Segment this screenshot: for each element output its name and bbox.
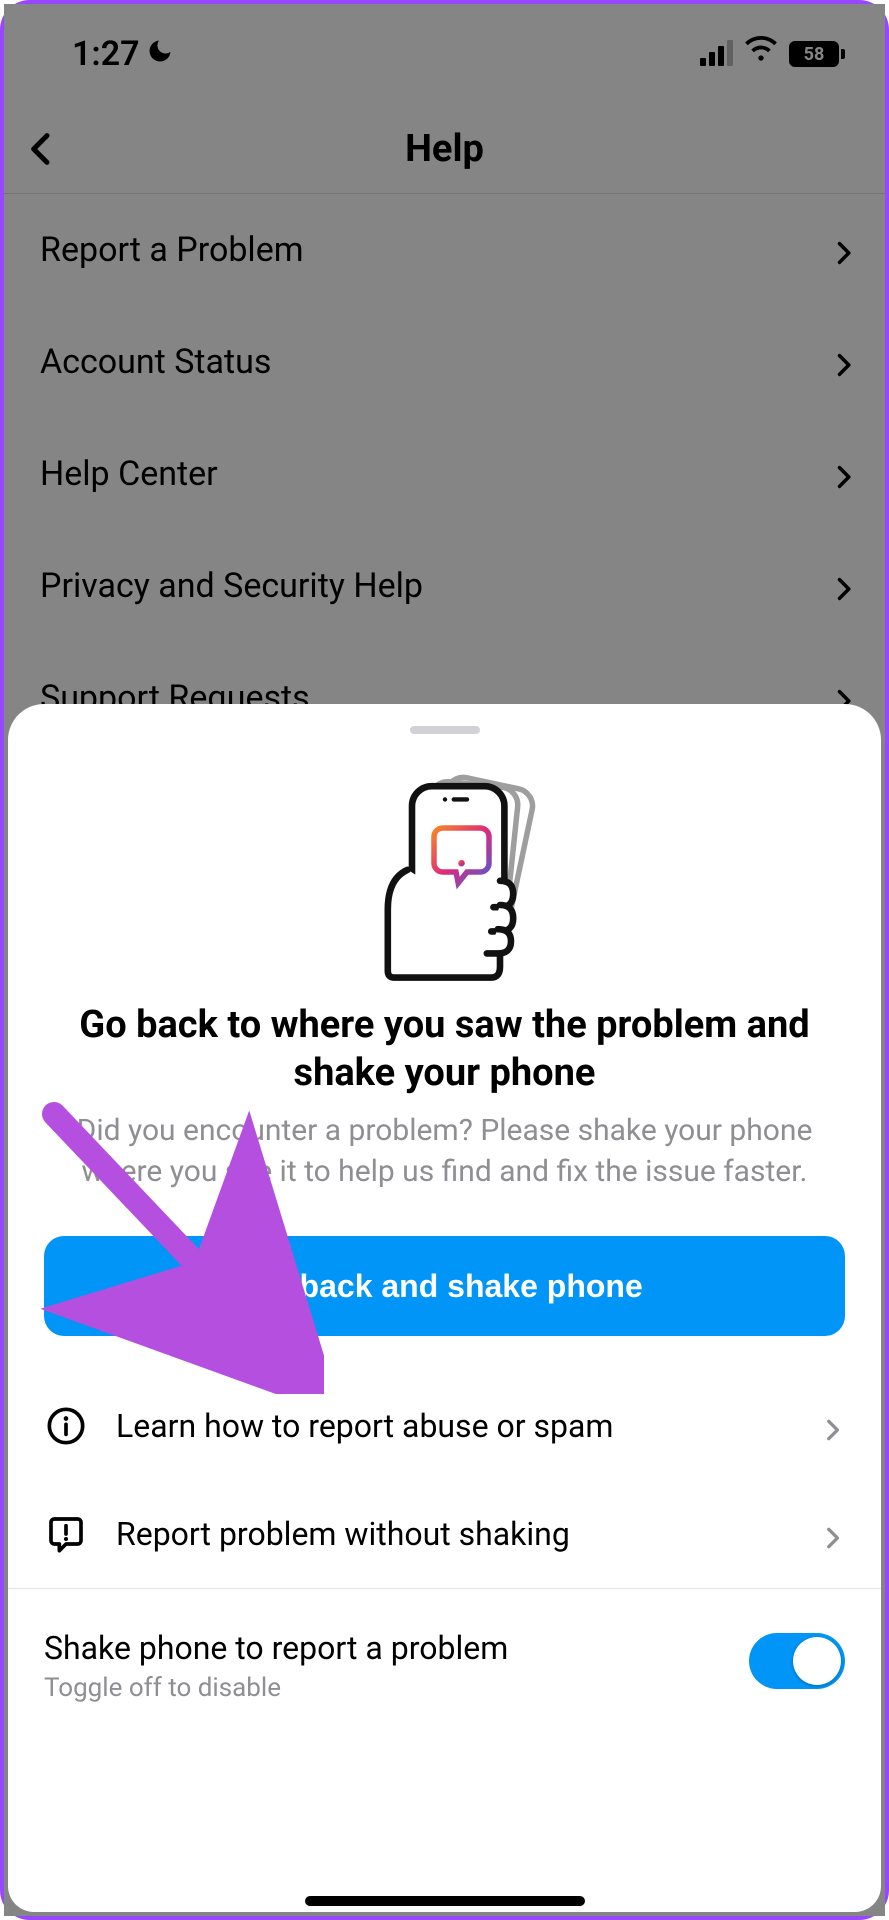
status-bar: 1:27 58 — [4, 4, 885, 104]
report-bubble-icon — [44, 1512, 88, 1556]
help-item-account-status[interactable]: Account Status — [4, 306, 885, 418]
list-item-label: Help Center — [40, 454, 218, 494]
shake-toggle[interactable] — [749, 1633, 845, 1689]
back-icon[interactable] — [22, 129, 62, 169]
chevron-right-icon — [829, 460, 857, 488]
sheet-title: Go back to where you saw the problem and… — [8, 1002, 881, 1097]
battery-percent: 58 — [789, 41, 839, 67]
report-without-shaking-row[interactable]: Report problem without shaking — [8, 1480, 881, 1588]
learn-report-abuse-row[interactable]: Learn how to report abuse or spam — [8, 1372, 881, 1480]
help-item-report-problem[interactable]: Report a Problem — [4, 194, 885, 306]
sheet-description: Did you encounter a problem? Please shak… — [8, 1097, 881, 1192]
chevron-right-icon — [819, 1413, 845, 1439]
go-back-shake-button[interactable]: Go back and shake phone — [44, 1236, 845, 1336]
report-problem-sheet: Go back to where you saw the problem and… — [8, 704, 881, 1912]
battery-icon: 58 — [789, 41, 845, 67]
sheet-option-list: Learn how to report abuse or spam Report… — [8, 1372, 881, 1589]
help-item-privacy-security[interactable]: Privacy and Security Help — [4, 530, 885, 642]
shake-phone-illustration — [335, 762, 555, 982]
chevron-right-icon — [819, 1521, 845, 1547]
info-icon — [44, 1404, 88, 1448]
toggle-subtitle: Toggle off to disable — [44, 1673, 508, 1703]
row-label: Report problem without shaking — [116, 1515, 791, 1553]
list-item-label: Report a Problem — [40, 230, 304, 270]
do-not-disturb-icon — [146, 37, 174, 72]
wifi-icon — [745, 34, 777, 75]
list-item-label: Privacy and Security Help — [40, 566, 423, 606]
home-indicator[interactable] — [305, 1896, 585, 1906]
row-label: Learn how to report abuse or spam — [116, 1407, 791, 1445]
list-item-label: Account Status — [40, 342, 271, 382]
nav-header: Help — [4, 104, 885, 194]
chevron-right-icon — [829, 348, 857, 376]
chevron-right-icon — [829, 236, 857, 264]
sheet-grabber[interactable] — [410, 726, 480, 734]
page-title: Help — [4, 127, 885, 171]
status-time: 1:27 — [72, 34, 140, 74]
chevron-right-icon — [829, 572, 857, 600]
shake-toggle-section: Shake phone to report a problem Toggle o… — [8, 1589, 881, 1727]
toggle-title: Shake phone to report a problem — [44, 1629, 508, 1667]
help-list: Report a Problem Account Status Help Cen… — [4, 194, 885, 754]
help-item-help-center[interactable]: Help Center — [4, 418, 885, 530]
cellular-signal-icon — [700, 42, 733, 66]
